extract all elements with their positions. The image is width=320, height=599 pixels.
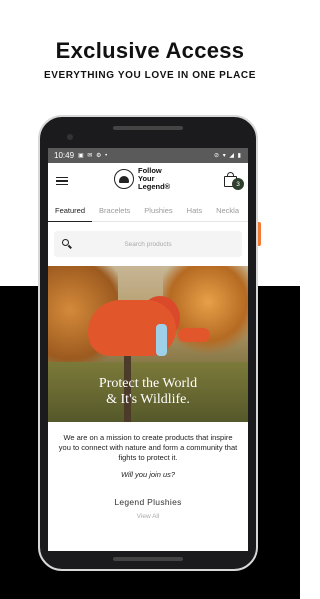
- brand-logo[interactable]: Follow Your Legend®: [114, 167, 170, 191]
- phone-speaker-top: [113, 126, 183, 130]
- promo-headline: Exclusive Access: [55, 38, 245, 63]
- elephant-plush-trunk: [178, 328, 210, 342]
- phone-camera: [67, 134, 73, 140]
- phone-screen: 10:49 ▣ ✉ ⚙ • ⊘ ▾ ◢ ▮ Follow Your Legend…: [48, 148, 248, 551]
- brand-name: Follow Your Legend®: [138, 166, 171, 191]
- hero-banner[interactable]: Protect the World & It's Wildlife.: [48, 266, 248, 422]
- status-bar: 10:49 ▣ ✉ ⚙ • ⊘ ▾ ◢ ▮: [48, 148, 248, 163]
- status-system-icons: ⊘ ▾ ◢ ▮: [214, 153, 242, 159]
- elephant-plush-tag: [156, 324, 167, 356]
- app-bar: Follow Your Legend® 3: [48, 163, 248, 199]
- phone-frame: 10:49 ▣ ✉ ⚙ • ⊘ ▾ ◢ ▮ Follow Your Legend…: [38, 115, 258, 571]
- category-tabs: Featured Bracelets Plushies Hats Neckla: [48, 199, 248, 222]
- search-icon[interactable]: [62, 239, 69, 246]
- status-notification-icons: ▣ ✉ ⚙ •: [78, 153, 109, 159]
- tab-necklaces[interactable]: Neckla: [209, 206, 246, 221]
- hamburger-menu-icon[interactable]: [56, 176, 68, 186]
- tab-hats[interactable]: Hats: [180, 206, 209, 221]
- search-bar: [54, 231, 242, 257]
- brand-badge-icon: [114, 169, 134, 189]
- status-time: 10:49: [54, 151, 75, 160]
- hero-caption: Protect the World & It's Wildlife.: [98, 376, 198, 407]
- tab-featured[interactable]: Featured: [48, 206, 93, 222]
- search-input[interactable]: [54, 239, 242, 249]
- section-title-plushies: Legend Plushies: [114, 497, 182, 507]
- phone-speaker-bottom: [113, 557, 183, 561]
- tab-plushies[interactable]: Plushies: [137, 206, 179, 221]
- view-all-link[interactable]: View All: [48, 513, 248, 520]
- cart-count-badge: 3: [232, 178, 244, 190]
- shopping-bag-icon[interactable]: 3: [224, 172, 244, 190]
- mission-question: Will you join us?: [120, 470, 176, 479]
- mission-text: We are on a mission to create products t…: [58, 433, 238, 462]
- tab-bracelets[interactable]: Bracelets: [92, 206, 137, 221]
- promo-subheadline: EVERYTHING YOU LOVE IN ONE PLACE: [43, 70, 256, 81]
